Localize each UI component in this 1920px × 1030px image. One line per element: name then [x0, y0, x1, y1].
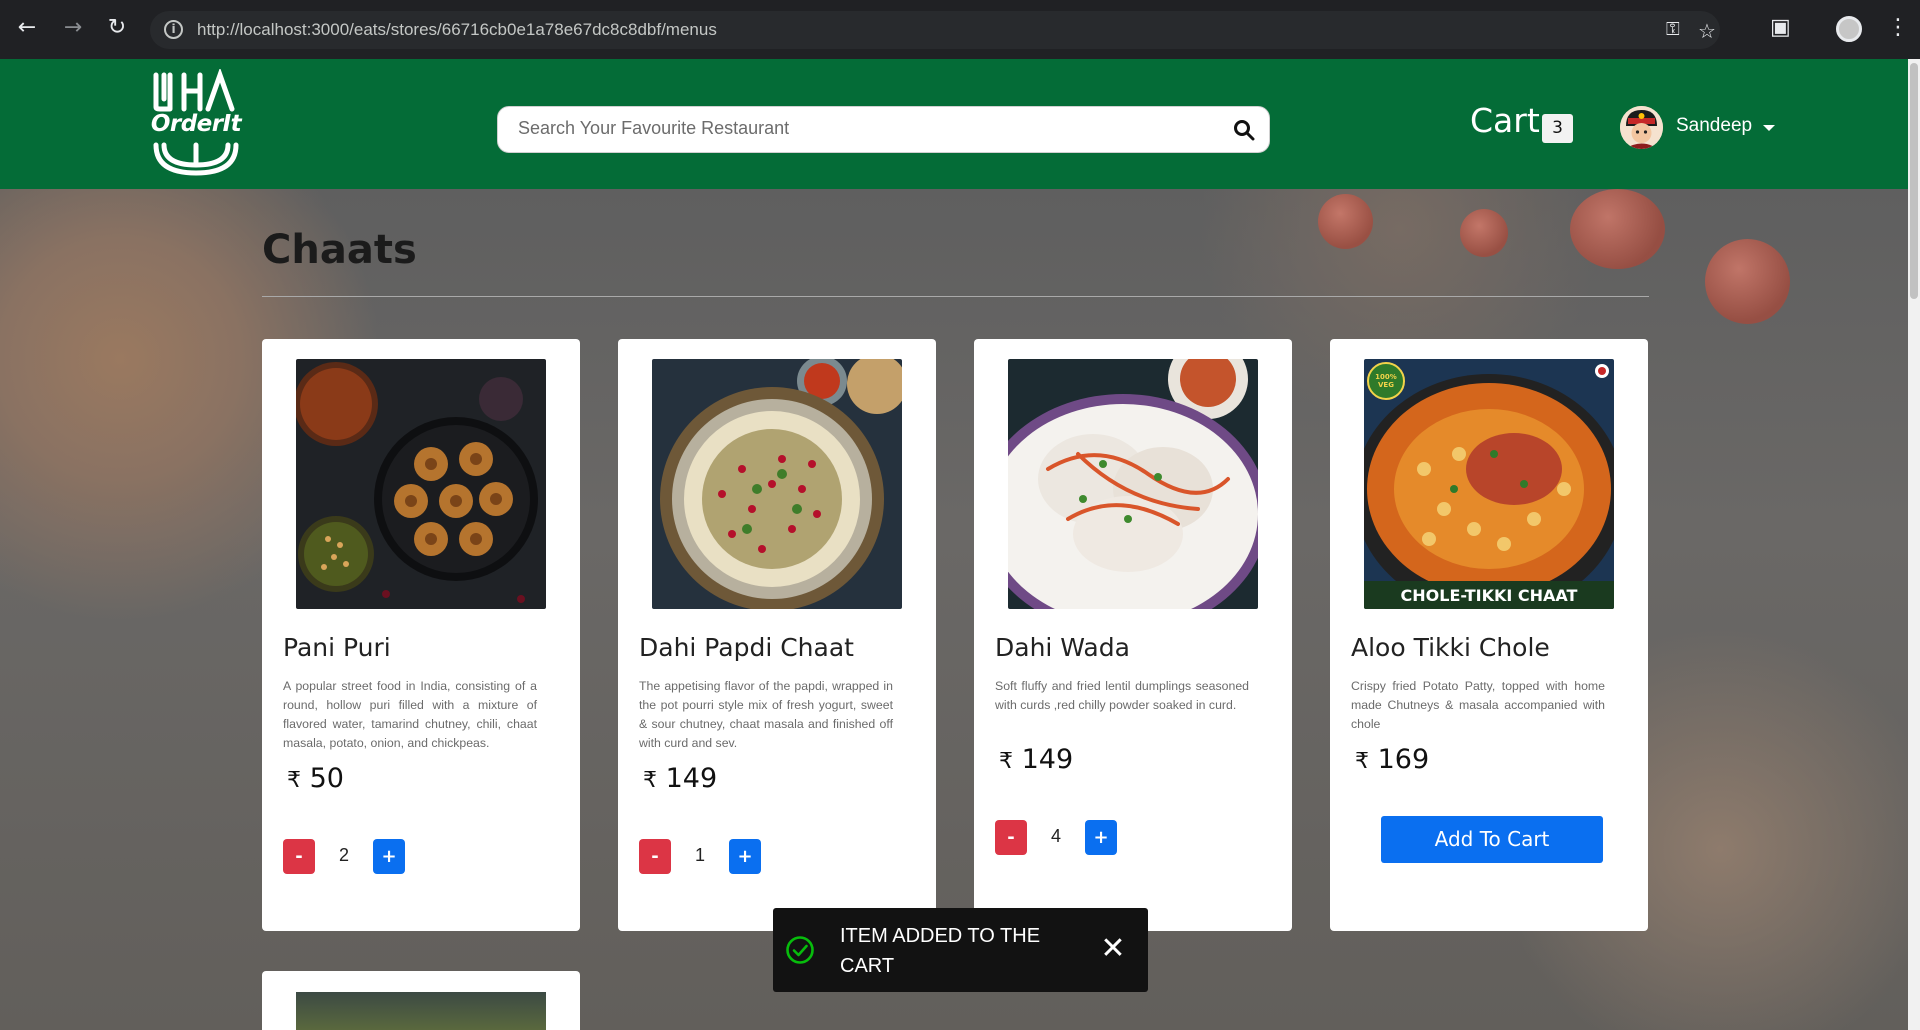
profile-avatar-icon[interactable]	[1836, 16, 1862, 42]
item-name: Pani Puri	[283, 633, 391, 662]
check-circle-icon	[786, 936, 814, 964]
food-image-dahi-wada	[1008, 359, 1258, 609]
item-name: Dahi Papdi Chaat	[639, 633, 854, 662]
image-caption: CHOLE-TIKKI CHAAT	[1401, 586, 1578, 605]
menu-item-card: Pani Puri A popular street food in India…	[262, 339, 580, 931]
user-avatar[interactable]	[1620, 106, 1663, 149]
food-image-next	[296, 992, 546, 1030]
item-price: ₹ 149	[999, 744, 1073, 775]
item-description: Soft fluffy and fried lentil dumplings s…	[995, 679, 1249, 712]
menu-item-card-partial	[262, 971, 580, 1030]
quantity-value: 1	[694, 845, 705, 865]
menu-item-card: Dahi Papdi Chaat The appetising flavor o…	[618, 339, 936, 931]
decrease-quantity-button[interactable]: -	[639, 839, 671, 874]
menu-item-card: Dahi Wada Soft fluffy and fried lentil d…	[974, 339, 1292, 931]
decrease-quantity-button[interactable]: -	[995, 820, 1027, 855]
extensions-icon[interactable]: ▣	[1770, 15, 1791, 40]
item-price: ₹ 50	[287, 763, 344, 794]
logo-text: OrderIt	[150, 111, 242, 137]
cart-count-badge: 3	[1542, 114, 1573, 143]
browser-toolbar: ← → ↻ i http://localhost:3000/eats/store…	[0, 0, 1920, 59]
search-input[interactable]: Search Your Favourite Restaurant	[518, 118, 789, 139]
veg-badge: 100% VEG	[1375, 373, 1397, 389]
search-bar[interactable]: Search Your Favourite Restaurant	[497, 106, 1270, 153]
page-viewport: OrderIt Search Your Favourite Restaurant…	[0, 59, 1908, 1030]
toast-notification: ITEM ADDED TO THE CART ✕	[773, 908, 1148, 992]
decrease-quantity-button[interactable]: -	[283, 839, 315, 874]
item-description: The appetising flavor of the papdi, wrap…	[639, 679, 893, 750]
item-description: A popular street food in India, consisti…	[283, 679, 537, 750]
item-price: ₹ 149	[643, 763, 717, 794]
rupee-icon: ₹	[1355, 749, 1369, 774]
menu-item-card: CHOLE-TIKKI CHAAT 100% VEG Aloo Tikki Cho…	[1330, 339, 1648, 931]
back-icon[interactable]: ←	[16, 17, 38, 39]
item-name: Dahi Wada	[995, 633, 1130, 662]
quantity-stepper: - 1 +	[639, 839, 769, 874]
price-value: 149	[665, 763, 718, 794]
price-value: 169	[1377, 744, 1430, 775]
price-value: 50	[309, 763, 344, 794]
add-to-cart-button[interactable]: Add To Cart	[1381, 816, 1603, 863]
increase-quantity-button[interactable]: +	[373, 839, 405, 874]
forward-icon[interactable]: →	[62, 17, 84, 39]
quantity-stepper: - 4 +	[995, 820, 1125, 855]
toast-message: ITEM ADDED TO THE CART	[840, 925, 1041, 977]
scrollbar-thumb[interactable]	[1910, 63, 1918, 299]
price-value: 149	[1021, 744, 1074, 775]
search-icon[interactable]	[1233, 119, 1255, 141]
url-text[interactable]: http://localhost:3000/eats/stores/66716c…	[197, 20, 717, 40]
section-divider	[262, 296, 1649, 297]
page-scrollbar[interactable]	[1908, 59, 1920, 1030]
site-header: OrderIt Search Your Favourite Restaurant…	[0, 59, 1908, 189]
bookmark-star-icon[interactable]: ☆	[1698, 19, 1716, 43]
food-image-dahi-papdi-chaat	[652, 359, 902, 609]
cart-link[interactable]: Cart	[1470, 101, 1540, 140]
user-name[interactable]: Sandeep	[1676, 115, 1752, 137]
orderit-logo[interactable]: OrderIt	[148, 67, 244, 179]
site-info-icon[interactable]: i	[164, 20, 183, 39]
close-icon[interactable]: ✕	[1098, 934, 1128, 964]
category-title: Chaats	[262, 227, 417, 273]
password-key-icon[interactable]: ⚿	[1666, 19, 1680, 40]
rupee-icon: ₹	[643, 768, 657, 793]
item-price: ₹ 169	[1355, 744, 1429, 775]
food-image-aloo-tikki-chole: CHOLE-TIKKI CHAAT 100% VEG	[1364, 359, 1614, 609]
increase-quantity-button[interactable]: +	[729, 839, 761, 874]
reload-icon[interactable]: ↻	[106, 17, 128, 39]
item-description: Crispy fried Potato Patty, topped with h…	[1351, 679, 1605, 731]
item-name: Aloo Tikki Chole	[1351, 633, 1550, 662]
quantity-value: 2	[338, 845, 349, 865]
address-bar[interactable]: i http://localhost:3000/eats/stores/6671…	[150, 11, 1720, 49]
rupee-icon: ₹	[999, 749, 1013, 774]
quantity-stepper: - 2 +	[283, 839, 413, 874]
quantity-value: 4	[1050, 826, 1061, 846]
rupee-icon: ₹	[287, 768, 301, 793]
menu-kebab-icon[interactable]: ⋮	[1887, 15, 1909, 40]
food-image-pani-puri	[296, 359, 546, 609]
increase-quantity-button[interactable]: +	[1085, 820, 1117, 855]
chevron-down-icon[interactable]	[1763, 125, 1775, 131]
